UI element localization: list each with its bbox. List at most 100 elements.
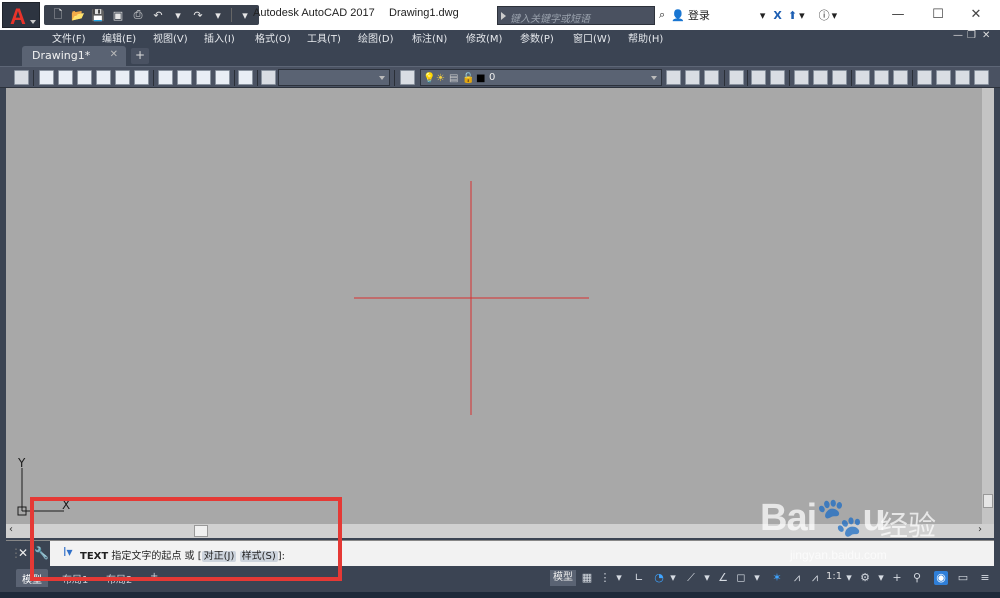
login-link[interactable]: 登录	[688, 7, 710, 23]
menu-window[interactable]: 窗口(W)	[573, 30, 611, 45]
customize-qat-icon[interactable]: ▾	[237, 8, 253, 22]
se-isometric-icon[interactable]	[177, 70, 192, 85]
stay-connected-icon[interactable]: ⬆	[788, 9, 797, 22]
help-dropdown-icon[interactable]: ▾	[832, 9, 838, 22]
grid-icon[interactable]: ▦	[580, 571, 594, 585]
workspace-dropdown-icon[interactable]: ▾	[874, 571, 888, 585]
layer-states-icon[interactable]	[704, 70, 719, 85]
menu-file[interactable]: 文件(F)	[52, 30, 86, 45]
ucs-previous-icon[interactable]	[770, 70, 785, 85]
auto-scale-icon[interactable]: ⩘	[790, 571, 804, 585]
close-command-line-icon[interactable]: ✕	[18, 546, 28, 560]
clean-screen-icon[interactable]: ▭	[956, 571, 970, 585]
ne-isometric-icon[interactable]	[196, 70, 211, 85]
horizontal-scroll-thumb[interactable]	[194, 525, 208, 537]
maximize-button[interactable]: ☐	[924, 4, 952, 24]
minimize-button[interactable]: —	[884, 4, 912, 24]
search-input[interactable]: 键入关键字或短语	[497, 6, 655, 25]
apply-ucs-icon[interactable]	[974, 70, 989, 85]
isodraft-dropdown-icon[interactable]: ▾	[700, 571, 714, 585]
help-icon[interactable]: ⓘ	[819, 7, 830, 23]
option-style[interactable]: 样式(S)	[239, 551, 278, 562]
mdi-close-icon[interactable]: ✕	[982, 30, 990, 41]
customize-wrench-icon[interactable]: 🔧	[34, 546, 49, 560]
nw-isometric-icon[interactable]	[215, 70, 230, 85]
back-view-icon[interactable]	[134, 70, 149, 85]
redo-dropdown-icon[interactable]: ▾	[210, 8, 226, 22]
bottom-view-icon[interactable]	[58, 70, 73, 85]
annotation-scale-value[interactable]: 1:1	[826, 571, 842, 582]
tab-model[interactable]: 模型	[16, 569, 48, 587]
layer-freeze-icon[interactable]: ☀	[436, 73, 445, 84]
close-tab-icon[interactable]: ✕	[110, 49, 118, 60]
save-as-icon[interactable]: ▣	[110, 8, 126, 22]
menu-format[interactable]: 格式(O)	[255, 30, 291, 45]
vertical-scroll-thumb[interactable]	[983, 494, 993, 508]
scroll-right-icon[interactable]: ›	[978, 524, 982, 535]
camera-icon[interactable]	[238, 70, 253, 85]
annotation-visibility-icon[interactable]: ✶	[770, 571, 784, 585]
option-justify[interactable]: 对正(J)	[201, 551, 237, 562]
view-combo[interactable]	[278, 69, 390, 86]
drawing-area[interactable]	[6, 88, 994, 524]
menu-tools[interactable]: 工具(T)	[307, 30, 341, 45]
horizontal-scrollbar[interactable]: ‹ ›	[6, 524, 994, 538]
menu-draw[interactable]: 绘图(D)	[358, 30, 394, 45]
snap-dropdown-icon[interactable]: ▾	[612, 571, 626, 585]
command-line[interactable]: ⋮ ✕ 🔧 I▾ TEXT 指定文字的起点 或 [对正(J) 样式(S)]:	[6, 540, 994, 567]
object-snap-dropdown-icon[interactable]: ▾	[750, 571, 764, 585]
new-tab-button[interactable]: +	[131, 48, 149, 64]
open-file-icon[interactable]: 📂	[70, 8, 86, 22]
object-snap-tracking-icon[interactable]: ∠	[716, 571, 730, 585]
mdi-restore-icon[interactable]: ❐	[967, 30, 976, 41]
menu-dimension[interactable]: 标注(N)	[412, 30, 447, 45]
menu-edit[interactable]: 编辑(E)	[102, 30, 136, 45]
isodraft-icon[interactable]: ⟋	[684, 571, 698, 585]
layer-previous-icon[interactable]	[685, 70, 700, 85]
sw-isometric-icon[interactable]	[158, 70, 173, 85]
polar-dropdown-icon[interactable]: ▾	[666, 571, 680, 585]
make-current-layer-icon[interactable]	[666, 70, 681, 85]
ucs-icon[interactable]	[729, 70, 744, 85]
left-view-icon[interactable]	[77, 70, 92, 85]
named-views-icon[interactable]	[14, 70, 29, 85]
tab-drawing1[interactable]: Drawing1* ✕	[22, 46, 126, 66]
ortho-icon[interactable]: ∟	[632, 571, 646, 585]
layer-lock-icon[interactable]: 🔓	[462, 73, 474, 84]
ucs-world-icon[interactable]	[751, 70, 766, 85]
menu-parametric[interactable]: 参数(P)	[520, 30, 554, 45]
polar-tracking-icon[interactable]: ◔	[652, 571, 666, 585]
isolate-objects-icon[interactable]: ◉	[934, 571, 948, 585]
layer-combo[interactable]: 💡 ☀ ▤ 🔓 ■ 0	[420, 69, 662, 86]
ucs-zaxis-icon[interactable]	[874, 70, 889, 85]
ucs-3point-icon[interactable]	[893, 70, 908, 85]
layer-on-icon[interactable]: 💡	[423, 73, 435, 84]
add-layout-icon[interactable]: +	[144, 569, 164, 587]
exchange-apps-icon[interactable]: X	[773, 9, 781, 22]
layer-properties-icon[interactable]	[261, 70, 276, 85]
login-dropdown-icon[interactable]: ▾	[760, 9, 766, 22]
customization-icon[interactable]: ≡	[978, 571, 992, 585]
ucs-object-icon[interactable]	[813, 70, 828, 85]
binoculars-icon[interactable]: ⌕	[659, 8, 665, 22]
annotation-monitor-icon[interactable]: +	[890, 571, 904, 585]
front-view-icon[interactable]	[115, 70, 130, 85]
menu-view[interactable]: 视图(V)	[153, 30, 188, 45]
scroll-left-icon[interactable]: ‹	[9, 524, 13, 535]
layer-manager-icon[interactable]	[400, 70, 415, 85]
menu-help[interactable]: 帮助(H)	[628, 30, 663, 45]
snap-icon[interactable]: ⋮	[598, 571, 612, 585]
search-expand-icon[interactable]	[501, 12, 506, 20]
ucs-view-icon[interactable]	[832, 70, 847, 85]
new-file-icon[interactable]: 🗋	[50, 8, 66, 22]
scale-dropdown-icon[interactable]: ▾	[842, 571, 856, 585]
model-space-button[interactable]: 模型	[550, 570, 576, 586]
workspace-gear-icon[interactable]: ⚙	[858, 571, 872, 585]
tab-layout2[interactable]: 布局2	[100, 569, 138, 587]
print-icon[interactable]: ⎙	[130, 8, 146, 22]
stay-connected-dropdown-icon[interactable]: ▾	[799, 9, 805, 22]
save-icon[interactable]: 💾	[90, 8, 106, 22]
ucs-z-icon[interactable]	[955, 70, 970, 85]
layer-vp-freeze-icon[interactable]: ▤	[449, 73, 458, 84]
units-icon[interactable]: ⚲	[910, 571, 924, 585]
